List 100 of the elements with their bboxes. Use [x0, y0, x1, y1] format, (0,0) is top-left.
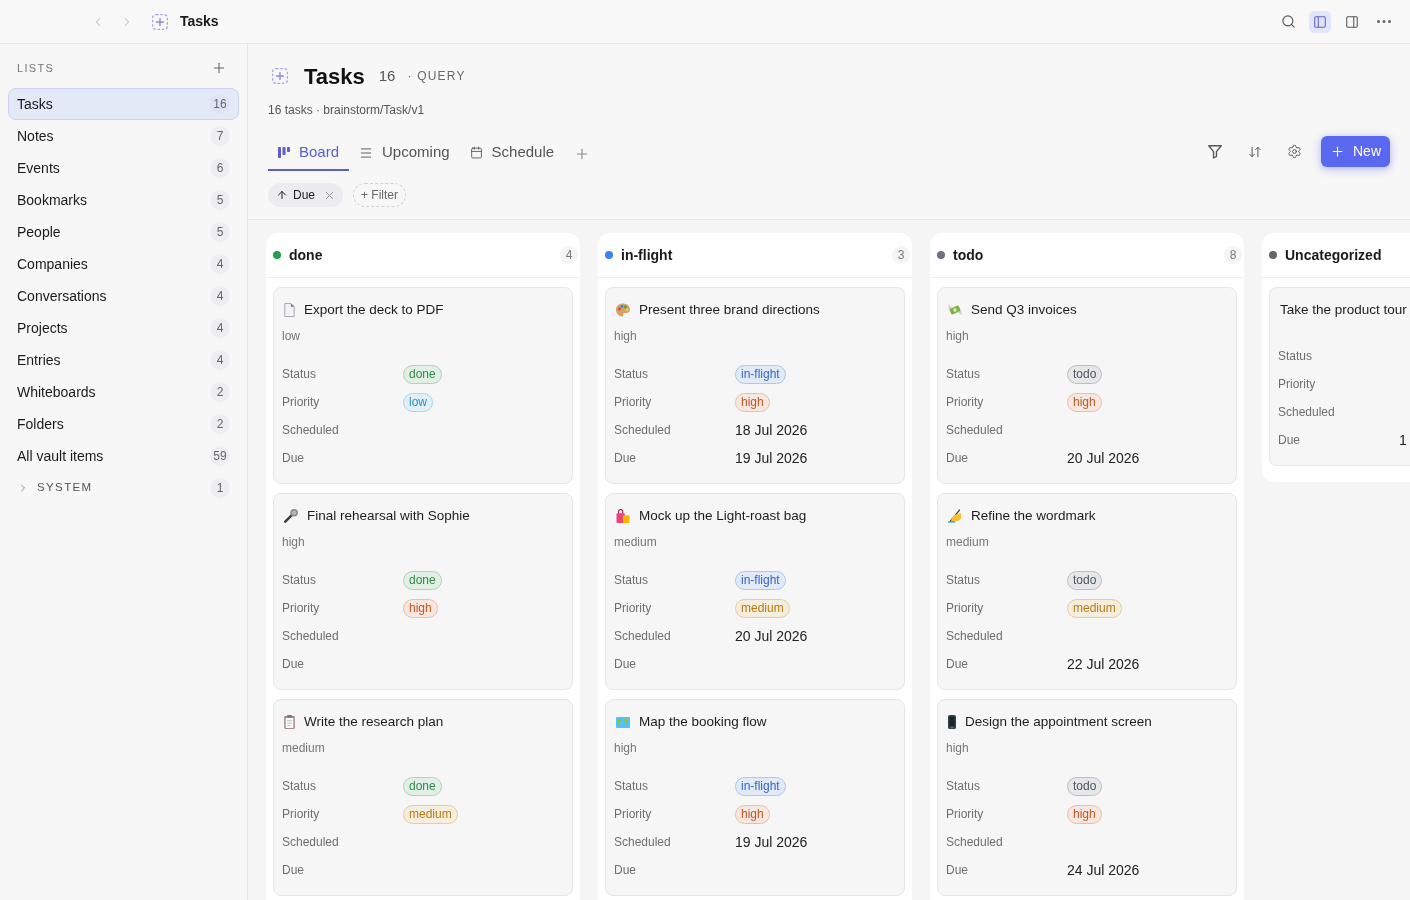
count-badge: 1 — [210, 478, 230, 498]
item-count: 16 — [378, 65, 396, 86]
calendar-icon — [469, 146, 483, 159]
property-tag: high — [735, 804, 770, 824]
filter-icon — [1208, 144, 1222, 159]
property-tag: todo — [1067, 570, 1103, 590]
sidebar-item[interactable]: People 5 — [8, 216, 239, 248]
view-tab[interactable]: Upcoming — [349, 136, 460, 171]
count-badge: 4 — [210, 254, 230, 274]
type-label: · QUERY — [407, 68, 466, 85]
property-label: Priority — [282, 806, 320, 823]
clipboard-icon — [284, 715, 295, 729]
property-label: Priority — [282, 600, 320, 617]
panel-toggle[interactable] — [1309, 10, 1331, 33]
task-card[interactable]: Final rehearsal with Sophie high Status done Priority high Scheduled Due — [273, 493, 573, 690]
sort-chip[interactable]: Due — [268, 183, 343, 207]
card-title: Final rehearsal with Sophie — [307, 506, 470, 525]
property-label: Status — [946, 778, 981, 795]
property-tag: high — [1067, 804, 1102, 824]
task-card[interactable]: Refine the wordmark medium Status todo Priority medium Scheduled Due 22 Jul 2026 — [937, 493, 1237, 690]
count-badge: 2 — [210, 382, 230, 402]
plus-icon — [1330, 144, 1345, 159]
card-title: Export the deck to PDF — [304, 300, 444, 319]
date-value: 19 Jul 2026 — [735, 832, 808, 852]
palette-icon — [616, 303, 630, 317]
property-tag: low — [403, 392, 433, 412]
kanban-icon — [278, 147, 290, 158]
property-label: Due — [282, 656, 304, 673]
property-label: Due — [614, 450, 636, 467]
task-card[interactable]: Export the deck to PDF low Status done Priority low Scheduled Due — [273, 287, 573, 484]
sidebar-item[interactable]: Conversations 4 — [8, 280, 239, 312]
sidebar-item[interactable]: Bookmarks 5 — [8, 184, 239, 216]
task-card[interactable]: Mock up the Light-roast bag medium Status in-flight Priority medium Scheduled 20 Jul 2026 Due — [605, 493, 905, 690]
dashed-plus-square-icon — [272, 68, 288, 84]
count-badge: 4 — [210, 318, 230, 338]
document-icon — [284, 303, 295, 317]
sidebar-item[interactable]: Companies 4 — [8, 248, 239, 280]
count-badge: 7 — [210, 126, 230, 146]
property-label: Priority — [614, 600, 652, 617]
view-tab[interactable]: Schedule — [459, 136, 565, 171]
property-label: Status — [282, 366, 317, 383]
task-card[interactable]: Present three brand directions high Status in-flight Priority high Scheduled 18 Jul 2026 Due 19 Jul 2026 — [605, 287, 905, 484]
writing-hand-icon — [948, 509, 962, 523]
banknote-wings-icon — [948, 303, 962, 317]
add-icon[interactable] — [211, 60, 227, 76]
page-title: Tasks — [180, 12, 219, 31]
panel-left-icon — [1313, 14, 1327, 29]
property-label: Due — [614, 862, 636, 879]
date-value: 22 Jul 2026 — [1067, 654, 1140, 674]
sidebar-item[interactable]: Events 6 — [8, 152, 239, 184]
task-card[interactable]: Design the appointment screen high Status todo Priority high Scheduled Due 24 Jul 2026 — [937, 699, 1237, 896]
count-badge: 4 — [210, 286, 230, 306]
sidebar-item[interactable]: Projects 4 — [8, 312, 239, 344]
date-value: 20 Jul 2026 — [1067, 448, 1140, 468]
subtitle: 16 tasks · brainstorm/Task/v1 — [268, 102, 425, 119]
date-value: 1 — [1399, 430, 1407, 450]
new-button[interactable]: New — [1321, 136, 1390, 167]
more-icon — [1377, 20, 1391, 23]
property-label: Scheduled — [282, 834, 339, 851]
card-title: Present three brand directions — [639, 300, 820, 319]
property-tag: todo — [1067, 776, 1103, 796]
sidebar-item[interactable]: All vault items 59 — [8, 440, 239, 472]
sidebar-item[interactable]: Whiteboards 2 — [8, 376, 239, 408]
task-card[interactable]: Send Q3 invoices high Status todo Priority high Scheduled Due 20 Jul 2026 — [937, 287, 1237, 484]
search-icon — [1280, 14, 1296, 29]
property-tag: in-flight — [735, 364, 786, 384]
property-label: Priority — [1278, 376, 1316, 393]
group-label: SYSTEM — [37, 480, 93, 496]
sidebar-item[interactable]: Folders 2 — [8, 408, 239, 440]
property-label: Scheduled — [1278, 404, 1335, 421]
property-label: Due — [614, 656, 636, 673]
settings-icon — [1287, 144, 1303, 159]
sidebar-item[interactable]: Notes 7 — [8, 120, 239, 152]
property-tag: in-flight — [735, 570, 786, 590]
priority-text: high — [946, 740, 969, 757]
task-card[interactable]: Write the research plan medium Status done Priority medium Scheduled Due — [273, 699, 573, 896]
property-label: Status — [282, 572, 317, 589]
priority-text: medium — [946, 534, 989, 551]
property-label: Status — [614, 778, 649, 795]
date-value: 24 Jul 2026 — [1067, 860, 1140, 880]
property-label: Status — [1278, 348, 1313, 365]
property-label: Status — [946, 366, 981, 383]
count-badge: 5 — [210, 222, 230, 242]
property-tag: medium — [403, 804, 458, 824]
task-card[interactable]: Take the product tour Status Priority Scheduled Due 1 — [1269, 287, 1410, 466]
card-title: Design the appointment screen — [965, 712, 1152, 731]
view-tab[interactable]: Board — [268, 136, 350, 171]
system-group[interactable]: SYSTEM 1 — [8, 472, 239, 504]
sidebar-item[interactable]: Entries 4 — [8, 344, 239, 376]
task-card[interactable]: Map the booking flow high Status in-flight Priority high Scheduled 19 Jul 2026 Due — [605, 699, 905, 896]
count-badge: 6 — [210, 158, 230, 178]
property-label: Due — [1278, 432, 1300, 449]
property-label: Scheduled — [946, 422, 1003, 439]
property-label: Priority — [946, 394, 984, 411]
column-title: in-flight — [621, 245, 673, 265]
sidebar-item[interactable]: Tasks 16 — [8, 88, 239, 120]
property-label: Scheduled — [946, 834, 1003, 851]
column-title: done — [289, 245, 323, 265]
property-tag: medium — [1067, 598, 1122, 618]
count-badge: 2 — [210, 414, 230, 434]
